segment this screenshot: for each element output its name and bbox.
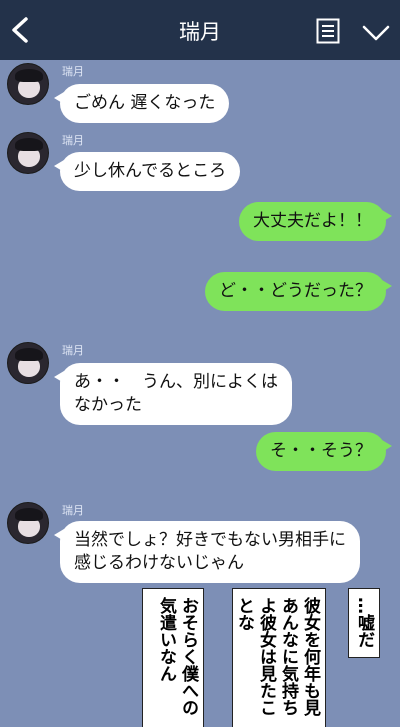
- message-line: 当然でしょ？好きでもない男相手に: [74, 530, 346, 550]
- message-line: あ・・ うん、別によくは: [74, 372, 278, 392]
- avatar[interactable]: [7, 342, 49, 384]
- narration-box: …嘘だ: [348, 588, 380, 658]
- message-line: なかった: [74, 395, 142, 415]
- message-bubble-outgoing[interactable]: 大丈夫だよ！！: [239, 202, 392, 241]
- avatar[interactable]: [7, 132, 49, 174]
- menu-list-icon[interactable]: [316, 18, 340, 44]
- message-bubble-incoming[interactable]: 少し休んでるところ: [53, 152, 241, 191]
- avatar[interactable]: [7, 63, 49, 105]
- chat-header: 瑞月: [0, 0, 400, 60]
- sender-name: 瑞月: [62, 504, 84, 517]
- message-line: 感じるわけないじゃん: [74, 553, 244, 573]
- message-bubble-outgoing[interactable]: ど・・どうだった？: [205, 272, 392, 311]
- sender-name: 瑞月: [62, 65, 84, 78]
- narration-box: 彼女を何年も見あんなに気持ちよ彼女は見たことな: [232, 588, 326, 727]
- chat-title: 瑞月: [179, 20, 221, 44]
- message-bubble-incoming[interactable]: ごめん 遅くなった: [53, 84, 230, 123]
- sender-name: 瑞月: [62, 134, 84, 147]
- narration-box: おそらく僕への気遣いなん: [142, 588, 204, 727]
- chevron-down-icon[interactable]: [362, 24, 390, 42]
- sender-name: 瑞月: [62, 344, 84, 357]
- message-bubble-incoming[interactable]: あ・・ うん、別によくは なかった: [54, 363, 292, 425]
- message-bubble-incoming[interactable]: 当然でしょ？好きでもない男相手に 感じるわけないじゃん: [54, 521, 360, 583]
- message-bubble-outgoing[interactable]: そ・・そう？: [256, 432, 392, 471]
- avatar[interactable]: [7, 502, 49, 544]
